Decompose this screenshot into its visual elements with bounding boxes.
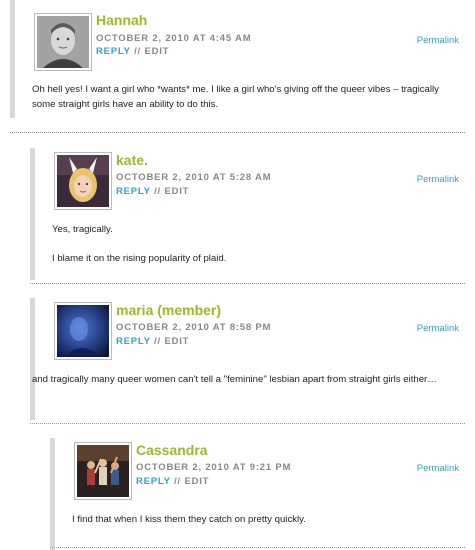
comment-kate: kate. OCTOBER 2, 2010 AT 5:28 AM REPLY /… [0,140,475,280]
permalink-link[interactable]: Permalink [417,323,459,334]
edit-link[interactable]: EDIT [164,336,189,347]
comment-body: Yes, tragically. I blame it on the risin… [52,222,442,280]
reply-link[interactable]: REPLY [116,186,151,197]
divider [50,547,465,548]
divider [30,283,465,284]
permalink-link[interactable]: Permalink [417,463,459,474]
comment-body: Oh hell yes! I want a girl who *wants* m… [32,82,442,126]
reply-link[interactable]: REPLY [96,46,131,57]
comment-date: OCTOBER 2, 2010 AT 5:28 AM [116,172,272,183]
comment-actions: REPLY // EDIT [116,186,189,197]
comment-date: OCTOBER 2, 2010 AT 9:21 PM [136,462,292,473]
avatar[interactable] [34,13,92,71]
comment-date: OCTOBER 2, 2010 AT 4:45 AM [96,33,252,44]
edit-link[interactable]: EDIT [144,46,169,57]
avatar[interactable] [74,442,132,500]
separator: // [174,476,181,487]
edit-link[interactable]: EDIT [164,186,189,197]
edit-link[interactable]: EDIT [184,476,209,487]
divider [30,423,465,424]
comment-hannah: Hannah OCTOBER 2, 2010 AT 4:45 AM REPLY … [0,0,475,135]
permalink-link[interactable]: Permalink [417,35,459,46]
thread-bar [30,148,35,280]
reply-link[interactable]: REPLY [116,336,151,347]
comment-actions: REPLY // EDIT [96,46,169,57]
comment-paragraph: I find that when I kiss them they catch … [72,514,306,525]
separator: // [134,46,141,57]
avatar-kate-icon [57,155,109,207]
comment-body: I find that when I kiss them they catch … [72,512,452,541]
permalink-link[interactable]: Permalink [417,174,459,185]
thread-bar [30,298,35,420]
comment-author[interactable]: kate. [116,152,148,168]
comment-date: OCTOBER 2, 2010 AT 8:58 PM [116,322,272,333]
comment-paragraph: Yes, tragically. [52,224,113,235]
comment-author[interactable]: Cassandra [136,442,208,458]
comment-author[interactable]: Hannah [96,12,147,28]
comment-maria: maria (member) OCTOBER 2, 2010 AT 8:58 P… [0,290,475,420]
avatar-maria-icon [57,305,109,357]
avatar-hannah-icon [37,16,89,68]
comment-author[interactable]: maria (member) [116,302,221,318]
avatar[interactable] [54,152,112,210]
comment-paragraph: I blame it on the rising popularity of p… [52,253,227,264]
reply-link[interactable]: REPLY [136,476,171,487]
comment-paragraph: Oh hell yes! I want a girl who *wants* m… [32,84,439,110]
thread-bar [50,438,55,550]
separator: // [154,336,161,347]
divider [10,132,465,133]
comment-actions: REPLY // EDIT [136,476,209,487]
thread-bar [10,0,15,118]
avatar[interactable] [54,302,112,360]
avatar-cassandra-icon [77,445,129,497]
comment-cassandra: Cassandra OCTOBER 2, 2010 AT 9:21 PM REP… [0,430,475,550]
comment-actions: REPLY // EDIT [116,336,189,347]
comment-paragraph: and tragically many queer women can't te… [32,374,437,385]
separator: // [154,186,161,197]
comment-body: and tragically many queer women can't te… [32,372,437,401]
